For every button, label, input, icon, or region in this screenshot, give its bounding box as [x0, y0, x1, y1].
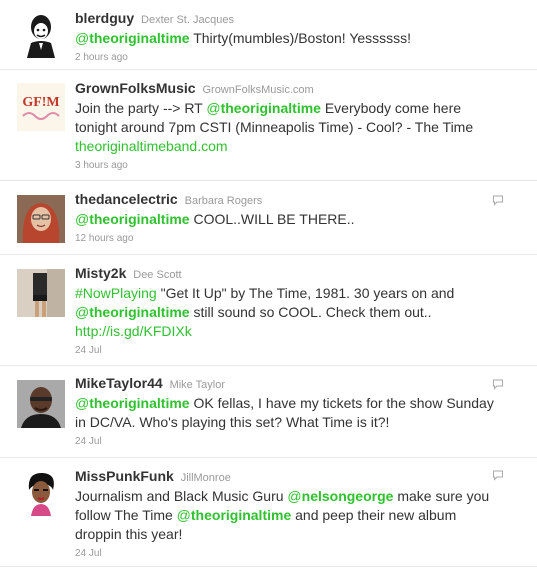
timestamp[interactable]: 24 Jul	[75, 547, 503, 561]
user-avatar-icon	[17, 468, 65, 516]
user-avatar-icon	[17, 10, 65, 58]
hashtag-link[interactable]: #NowPlaying	[75, 285, 157, 301]
timestamp[interactable]: 24 Jul	[75, 344, 503, 358]
tweet-item: thedancelectric Barbara Rogers @theorigi…	[0, 181, 537, 255]
screen-name[interactable]: GrownFolksMusic	[75, 80, 196, 96]
timestamp[interactable]: 2 hours ago	[75, 51, 503, 65]
full-name: Barbara Rogers	[184, 195, 263, 207]
screen-name[interactable]: thedancelectric	[75, 191, 178, 207]
mention-link[interactable]: @nelsongeorge	[287, 488, 393, 504]
screen-name[interactable]: MikeTaylor44	[75, 375, 163, 391]
brand-logo-icon: GF!M	[17, 83, 65, 131]
tweet-timeline: blerdguy Dexter St. Jacques @theoriginal…	[0, 0, 537, 567]
timestamp[interactable]: 3 hours ago	[75, 159, 503, 173]
full-name: Mike Taylor	[169, 379, 225, 391]
mention-link[interactable]: @theoriginaltime	[75, 30, 190, 46]
tweet-item: Misty2k Dee Scott #NowPlaying "Get It Up…	[0, 255, 537, 366]
tweet-text: Journalism and Black Music Guru @nelsong…	[75, 488, 490, 542]
tweet-text: @theoriginaltime COOL..WILL BE THERE..	[75, 211, 355, 227]
user-avatar-icon	[17, 195, 65, 243]
timestamp[interactable]: 24 Jul	[75, 435, 503, 449]
avatar[interactable]	[17, 269, 65, 317]
screen-name[interactable]: Misty2k	[75, 265, 126, 281]
tweet-text: #NowPlaying "Get It Up" by The Time, 198…	[75, 285, 455, 339]
full-name: Dexter St. Jacques	[141, 14, 234, 26]
full-name: GrownFolksMusic.com	[202, 84, 314, 96]
full-name: JillMonroe	[180, 472, 231, 484]
screen-name[interactable]: blerdguy	[75, 10, 134, 26]
tweet-item: GF!M GrownFolksMusic GrownFolksMusic.com…	[0, 70, 537, 181]
url-link[interactable]: theoriginaltimeband.com	[75, 138, 228, 154]
url-link[interactable]: http://is.gd/KFDIXk	[75, 323, 192, 339]
tweet-item: blerdguy Dexter St. Jacques @theoriginal…	[0, 0, 537, 70]
screen-name[interactable]: MissPunkFunk	[75, 468, 174, 484]
avatar[interactable]	[17, 195, 65, 243]
timestamp[interactable]: 12 hours ago	[75, 232, 503, 246]
mention-link[interactable]: @theoriginaltime	[75, 395, 190, 411]
tweet-text: @theoriginaltime Thirty(mumbles)/Boston!…	[75, 30, 412, 46]
mention-link[interactable]: @theoriginaltime	[75, 304, 190, 320]
tweet-item: MikeTaylor44 Mike Taylor @theoriginaltim…	[0, 366, 537, 458]
avatar[interactable]	[17, 380, 65, 428]
svg-text:GF!M: GF!M	[22, 95, 59, 110]
mention-link[interactable]: @theoriginaltime	[75, 211, 190, 227]
user-avatar-icon	[17, 269, 65, 317]
user-avatar-icon	[17, 380, 65, 428]
avatar[interactable]: GF!M	[17, 83, 65, 131]
mention-link[interactable]: @theoriginaltime	[177, 507, 292, 523]
avatar[interactable]	[17, 468, 65, 516]
tweet-text: @theoriginaltime OK fellas, I have my ti…	[75, 395, 494, 430]
mention-link[interactable]: @theoriginaltime	[206, 100, 321, 116]
tweet-item: MissPunkFunk JillMonroe Journalism and B…	[0, 458, 537, 567]
avatar[interactable]	[17, 10, 65, 58]
full-name: Dee Scott	[133, 269, 182, 281]
tweet-text: Join the party --> RT @theoriginaltime E…	[75, 100, 474, 154]
